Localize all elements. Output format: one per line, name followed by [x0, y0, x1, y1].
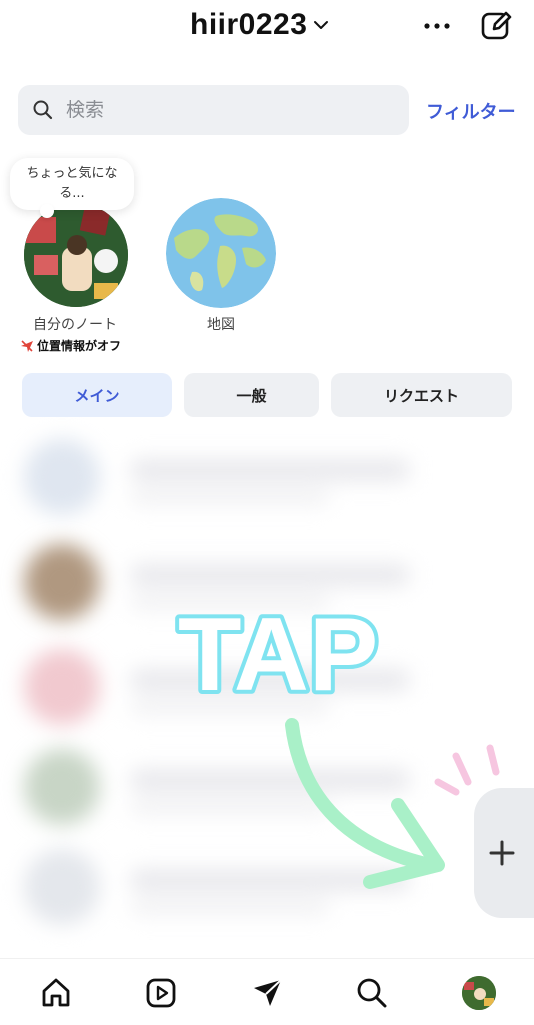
bottom-nav [0, 958, 534, 1025]
reels-icon [146, 978, 176, 1008]
list-item[interactable] [0, 530, 534, 630]
chevron-down-icon [314, 21, 329, 29]
bubble-tail [40, 204, 54, 218]
note-bubble[interactable]: ちょっと気にな る... [10, 158, 134, 218]
nav-profile[interactable] [459, 973, 499, 1013]
search-bar[interactable] [18, 85, 409, 135]
header: hiir0223 [0, 0, 534, 60]
note-text-line1: ちょっと気にな [26, 166, 118, 181]
account-switcher[interactable]: hiir0223 [190, 8, 329, 42]
search-icon [33, 100, 53, 120]
map-globe[interactable] [166, 198, 276, 308]
my-note-avatar[interactable] [24, 203, 128, 307]
note-text-line2: る... [59, 186, 85, 201]
collage-image [24, 203, 128, 307]
compose-icon[interactable] [478, 8, 514, 44]
home-icon [42, 978, 70, 1007]
account-name: hiir0223 [190, 8, 308, 41]
map-label: 地図 [207, 317, 235, 333]
search-input[interactable] [64, 98, 368, 122]
plus-icon [489, 840, 515, 866]
tab-general[interactable]: 一般 [184, 373, 319, 417]
nav-home[interactable] [36, 973, 76, 1013]
globe-icon [166, 198, 276, 308]
messages-icon [254, 979, 282, 1006]
more-horizontal-icon[interactable] [420, 14, 454, 38]
location-status: 位置情報がオフ [20, 337, 121, 354]
nav-messages[interactable] [247, 973, 287, 1013]
tab-main[interactable]: メイン [22, 373, 172, 417]
profile-avatar [462, 976, 496, 1010]
nav-reels[interactable] [141, 973, 181, 1013]
location-status-text: 位置情報がオフ [37, 339, 122, 353]
list-item[interactable] [0, 735, 534, 835]
tab-requests[interactable]: リクエスト [331, 373, 512, 417]
list-item[interactable] [0, 635, 534, 735]
my-note-label: 自分のノート [33, 317, 117, 333]
list-item[interactable] [0, 835, 534, 935]
nav-search[interactable] [352, 973, 392, 1013]
filter-link[interactable]: フィルター [426, 98, 516, 124]
location-off-icon [21, 339, 33, 352]
search-icon [357, 978, 387, 1008]
new-note-button[interactable] [474, 788, 534, 918]
list-item[interactable] [0, 425, 534, 525]
